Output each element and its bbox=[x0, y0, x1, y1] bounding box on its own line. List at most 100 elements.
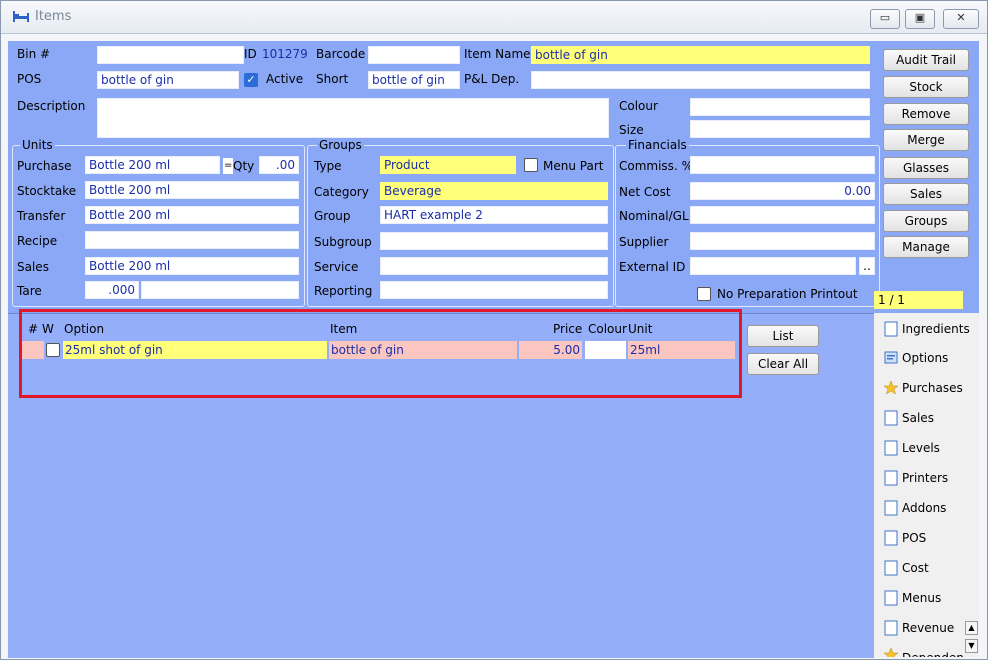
page-icon bbox=[884, 560, 898, 576]
reporting-label: Reporting bbox=[314, 284, 373, 298]
page-icon bbox=[884, 530, 898, 546]
audit-trail-button[interactable]: Audit Trail bbox=[883, 49, 969, 71]
tare-label: Tare bbox=[17, 284, 42, 298]
tab-menus[interactable]: Menus bbox=[880, 584, 972, 612]
tare-extra-field[interactable] bbox=[141, 281, 299, 299]
tab-options[interactable]: Options bbox=[880, 344, 972, 372]
group-field[interactable]: HART example 2 bbox=[380, 206, 608, 224]
barcode-field[interactable] bbox=[368, 46, 460, 64]
minimize-button[interactable]: ▭ bbox=[870, 9, 900, 29]
barcode-label: Barcode bbox=[316, 47, 366, 61]
close-button[interactable]: ✕ bbox=[943, 9, 979, 29]
qty-field[interactable]: .00 bbox=[259, 156, 299, 174]
item-name-field[interactable]: bottle of gin bbox=[531, 46, 870, 64]
recipe-unit-field[interactable] bbox=[85, 231, 299, 249]
title-bar[interactable]: Items ▭ ▣ ✕ bbox=[1, 1, 987, 34]
recipe-label: Recipe bbox=[17, 234, 58, 248]
service-field[interactable] bbox=[380, 257, 608, 275]
equals-sign: = bbox=[223, 158, 234, 174]
commiss-field[interactable] bbox=[690, 156, 875, 174]
size-label: Size bbox=[619, 123, 644, 137]
side-tabs: Ingredients Options Purchases Sales Leve… bbox=[874, 313, 979, 657]
scroll-down-button[interactable]: ▼ bbox=[965, 639, 978, 653]
groups-title: Groups bbox=[317, 138, 364, 152]
bed-icon bbox=[13, 11, 29, 22]
category-label: Category bbox=[314, 185, 369, 199]
category-field[interactable]: Beverage bbox=[380, 182, 608, 200]
active-checkbox[interactable]: ✓ bbox=[244, 73, 258, 87]
external-id-lookup-button[interactable]: .. bbox=[859, 257, 875, 275]
description-label: Description bbox=[17, 99, 86, 113]
colour-field[interactable] bbox=[690, 98, 870, 116]
items-window: Items ▭ ▣ ✕ Bin # ID 101279 Barcode Item… bbox=[0, 0, 988, 660]
page-icon bbox=[884, 321, 898, 337]
tab-ingredients[interactable]: Ingredients bbox=[880, 315, 972, 343]
tab-pos[interactable]: POS bbox=[880, 524, 972, 552]
tab-cost[interactable]: Cost bbox=[880, 554, 972, 582]
tab-sales[interactable]: Sales bbox=[880, 404, 972, 432]
transfer-label: Transfer bbox=[17, 209, 66, 223]
transfer-unit-field[interactable]: Bottle 200 ml bbox=[85, 206, 299, 224]
record-pager: 1 / 1 bbox=[874, 291, 963, 309]
star-icon bbox=[884, 380, 898, 395]
page-icon bbox=[884, 500, 898, 516]
net-cost-label: Net Cost bbox=[619, 185, 671, 199]
highlight-box bbox=[19, 309, 742, 398]
window-title: Items bbox=[35, 9, 72, 24]
restore-button[interactable]: ▣ bbox=[905, 9, 935, 29]
nominal-field[interactable] bbox=[690, 206, 875, 224]
list-button[interactable]: List bbox=[747, 325, 819, 347]
tab-dependencies[interactable]: Dependen bbox=[880, 641, 972, 657]
no-prep-checkbox[interactable] bbox=[697, 287, 711, 301]
size-field[interactable] bbox=[690, 120, 870, 138]
type-field[interactable]: Product bbox=[380, 156, 516, 174]
short-field[interactable]: bottle of gin bbox=[368, 71, 460, 89]
pos-field[interactable]: bottle of gin bbox=[97, 71, 239, 89]
options-icon bbox=[884, 351, 898, 364]
stocktake-unit-field[interactable]: Bottle 200 ml bbox=[85, 181, 299, 199]
tare-field[interactable]: .000 bbox=[85, 281, 139, 299]
menu-part-label: Menu Part bbox=[543, 159, 604, 173]
type-label: Type bbox=[314, 159, 342, 173]
external-id-field[interactable] bbox=[690, 257, 856, 275]
subgroup-field[interactable] bbox=[380, 232, 608, 250]
menu-part-checkbox[interactable] bbox=[524, 158, 538, 172]
purchase-unit-field[interactable]: Bottle 200 ml bbox=[85, 156, 220, 174]
stock-button[interactable]: Stock bbox=[883, 76, 969, 98]
pos-label: POS bbox=[17, 72, 42, 86]
item-name-label: Item Name bbox=[464, 47, 531, 61]
sales-label: Sales bbox=[17, 260, 49, 274]
manage-button[interactable]: Manage bbox=[883, 236, 969, 258]
tab-addons[interactable]: Addons bbox=[880, 494, 972, 522]
description-field[interactable] bbox=[97, 98, 609, 138]
pl-dep-field[interactable] bbox=[531, 71, 870, 89]
clear-all-button[interactable]: Clear All bbox=[747, 353, 819, 375]
supplier-field[interactable] bbox=[690, 232, 875, 250]
units-title: Units bbox=[20, 138, 55, 152]
tab-purchases[interactable]: Purchases bbox=[880, 374, 972, 402]
sales-unit-field[interactable]: Bottle 200 ml bbox=[85, 257, 299, 275]
no-prep-label: No Preparation Printout bbox=[717, 287, 858, 301]
financials-title: Financials bbox=[626, 138, 689, 152]
groups-button[interactable]: Groups bbox=[883, 210, 969, 232]
nominal-label: Nominal/GL bbox=[619, 209, 689, 223]
tab-revenue[interactable]: Revenue bbox=[880, 614, 972, 642]
group-label: Group bbox=[314, 209, 351, 223]
remove-button[interactable]: Remove bbox=[883, 103, 969, 125]
net-cost-field[interactable]: 0.00 bbox=[690, 182, 875, 200]
sales-button[interactable]: Sales bbox=[883, 183, 969, 205]
id-label: ID bbox=[244, 47, 257, 61]
qty-label: Qty bbox=[233, 159, 255, 173]
merge-button[interactable]: Merge bbox=[883, 129, 969, 151]
tab-levels[interactable]: Levels bbox=[880, 434, 972, 462]
bin-field[interactable] bbox=[97, 46, 244, 64]
page-icon bbox=[884, 440, 898, 456]
reporting-field[interactable] bbox=[380, 281, 608, 299]
service-label: Service bbox=[314, 260, 359, 274]
supplier-label: Supplier bbox=[619, 235, 669, 249]
scroll-up-button[interactable]: ▲ bbox=[965, 621, 978, 635]
tab-printers[interactable]: Printers bbox=[880, 464, 972, 492]
colour-label: Colour bbox=[619, 99, 658, 113]
id-value: 101279 bbox=[262, 47, 308, 61]
glasses-button[interactable]: Glasses bbox=[883, 157, 969, 179]
